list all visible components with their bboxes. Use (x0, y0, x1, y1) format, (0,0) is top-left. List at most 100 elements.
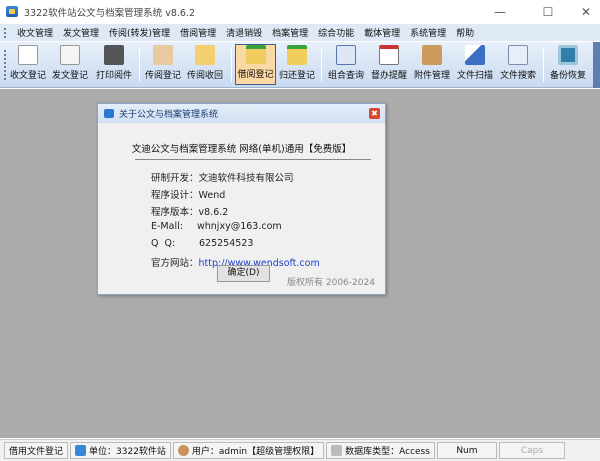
status-unit: 单位：3322软件站 (70, 442, 171, 459)
dialog-app-icon (104, 109, 114, 118)
divider (135, 159, 371, 160)
status-num: Num (436, 442, 497, 459)
button-label: 传阅登记 (144, 71, 181, 81)
button-label: 组合查询 (327, 71, 364, 81)
hand-document-icon (153, 45, 173, 65)
close-button[interactable]: ✕ (568, 0, 600, 23)
row-value: v8.6.2 (198, 207, 229, 218)
menu-help[interactable]: 帮助 (451, 26, 479, 39)
return-register-button[interactable]: 归还登记 (277, 44, 317, 85)
row-value: 625254523 (199, 238, 254, 249)
floppy-icon (558, 45, 578, 65)
row-value: Wend (198, 190, 226, 201)
attachment-button[interactable]: 附件管理 (411, 44, 453, 85)
menu-send[interactable]: 发文管理 (58, 26, 104, 39)
status-database: 数据库类型：Access (326, 442, 435, 459)
menu-bar: 收文管理 发文管理 传阅(转发)管理 借阅管理 清退销毁 档案管理 综合功能 載… (0, 24, 600, 41)
pencil-document-icon (18, 45, 38, 65)
separator (231, 48, 232, 82)
copy-edit-icon (60, 45, 80, 65)
receive-register-button[interactable]: 收文登记 (8, 44, 48, 85)
button-label: 附件管理 (413, 71, 450, 81)
folder-icon (195, 45, 215, 65)
ok-button[interactable]: 确定(D) (217, 265, 270, 282)
scan-button[interactable]: 文件扫描 (454, 44, 496, 85)
toolbar-overflow-button[interactable] (593, 42, 600, 88)
borrow-register-button[interactable]: 借阅登记 (235, 44, 276, 85)
clipboard-icon (422, 45, 442, 65)
qq-row: Q Q: 625254523 (151, 238, 253, 249)
app-icon (6, 6, 18, 17)
button-label: 归还登记 (278, 71, 315, 81)
combined-query-button[interactable]: 组合查询 (325, 44, 367, 85)
button-label: 文件搜索 (499, 71, 536, 81)
scanner-icon (465, 45, 485, 65)
database-icon (331, 445, 343, 456)
home-icon (75, 445, 87, 456)
window-query-icon (336, 45, 356, 65)
developer-row: 研制开发：文迪软件科技有限公司 (151, 170, 294, 184)
toolbar: 收文登记 发文登记 打印阅件 传阅登记 传阅收回 借阅登记 归还登记 组合查询 … (0, 42, 600, 88)
button-label: 发文登记 (51, 71, 88, 81)
menu-archive[interactable]: 档案管理 (267, 26, 313, 39)
window-title: 3322软件站公文与档案管理系统 v8.6.2 (24, 7, 195, 19)
status-current-doc: 借用文件登记 (4, 442, 69, 459)
button-label: 借阅登记 (237, 70, 274, 80)
send-register-button[interactable]: 发文登记 (50, 44, 90, 85)
copyright-text: 版权所有 2006-2024 (287, 278, 375, 288)
row-label: 研制开发： (151, 173, 199, 184)
status-text: 借用文件登记 (9, 447, 64, 457)
backup-restore-button[interactable]: 备份恢复 (547, 44, 589, 85)
button-label: 传阅收回 (186, 71, 223, 81)
row-label: Q Q: (151, 238, 176, 249)
separator (139, 48, 140, 82)
status-text: 用户：admin【超级管理权限】 (191, 447, 320, 457)
print-button[interactable]: 打印阅件 (93, 44, 135, 85)
version-row: 程序版本：v8.6.2 (151, 204, 228, 218)
menu-borrow[interactable]: 借阅管理 (175, 26, 221, 39)
email-row: E-Mall: whnjxy@163.com (151, 221, 282, 232)
status-caps: Caps (498, 442, 565, 459)
menu-grip[interactable] (4, 28, 6, 38)
button-label: 文件扫描 (456, 71, 493, 81)
button-label: 督办提醒 (370, 71, 407, 81)
designer-row: 程序设计：Wend (151, 187, 225, 201)
product-heading: 文迪公文与档案管理系统 网络(单机)通用【免费版】 (131, 144, 352, 155)
row-label: E-Mall: (151, 221, 183, 232)
dialog-close-button[interactable]: ✖ (369, 108, 380, 119)
menu-general[interactable]: 综合功能 (313, 26, 359, 39)
printer-icon (104, 45, 124, 65)
menu-system[interactable]: 系统管理 (405, 26, 451, 39)
folder-in-icon (287, 45, 307, 65)
dialog-title-bar: 关于公文与档案管理系统 (98, 104, 385, 123)
menu-receive[interactable]: 收文管理 (12, 26, 58, 39)
menu-media[interactable]: 載体管理 (359, 26, 405, 39)
status-text: 单位：3322软件站 (89, 447, 166, 457)
reminder-button[interactable]: 督办提醒 (368, 44, 410, 85)
menu-destroy[interactable]: 清退销毁 (221, 26, 267, 39)
button-label: 打印阅件 (95, 71, 132, 81)
row-value: 文迪软件科技有限公司 (198, 173, 294, 184)
title-bar: 3322软件站公文与档案管理系统 v8.6.2 — ☐ ✕ (0, 0, 600, 23)
circulate-register-button[interactable]: 传阅登记 (143, 44, 183, 85)
dialog-title: 关于公文与档案管理系统 (119, 110, 219, 120)
search-window-icon (508, 45, 528, 65)
separator (543, 48, 544, 82)
separator (321, 48, 322, 82)
about-dialog: 关于公文与档案管理系统 ✖ 文迪公文与档案管理系统 网络(单机)通用【免费版】 … (97, 103, 386, 295)
status-user: 用户：admin【超级管理权限】 (172, 442, 325, 459)
status-bar: 借用文件登记 单位：3322软件站 用户：admin【超级管理权限】 数据库类型… (0, 439, 600, 461)
maximize-button[interactable]: ☐ (530, 0, 566, 23)
folder-out-icon (245, 45, 266, 64)
user-icon (177, 445, 189, 456)
calendar-icon (379, 45, 399, 65)
button-label: 收文登记 (9, 71, 46, 81)
file-search-button[interactable]: 文件搜索 (497, 44, 539, 85)
menu-circulate[interactable]: 传阅(转发)管理 (104, 26, 175, 39)
row-label: 程序设计： (151, 190, 199, 201)
toolbar-grip[interactable] (4, 50, 6, 80)
circulate-recall-button[interactable]: 传阅收回 (184, 44, 226, 85)
minimize-button[interactable]: — (482, 0, 518, 23)
row-value: whnjxy@163.com (197, 221, 282, 232)
row-label: 官方网站： (151, 258, 199, 269)
